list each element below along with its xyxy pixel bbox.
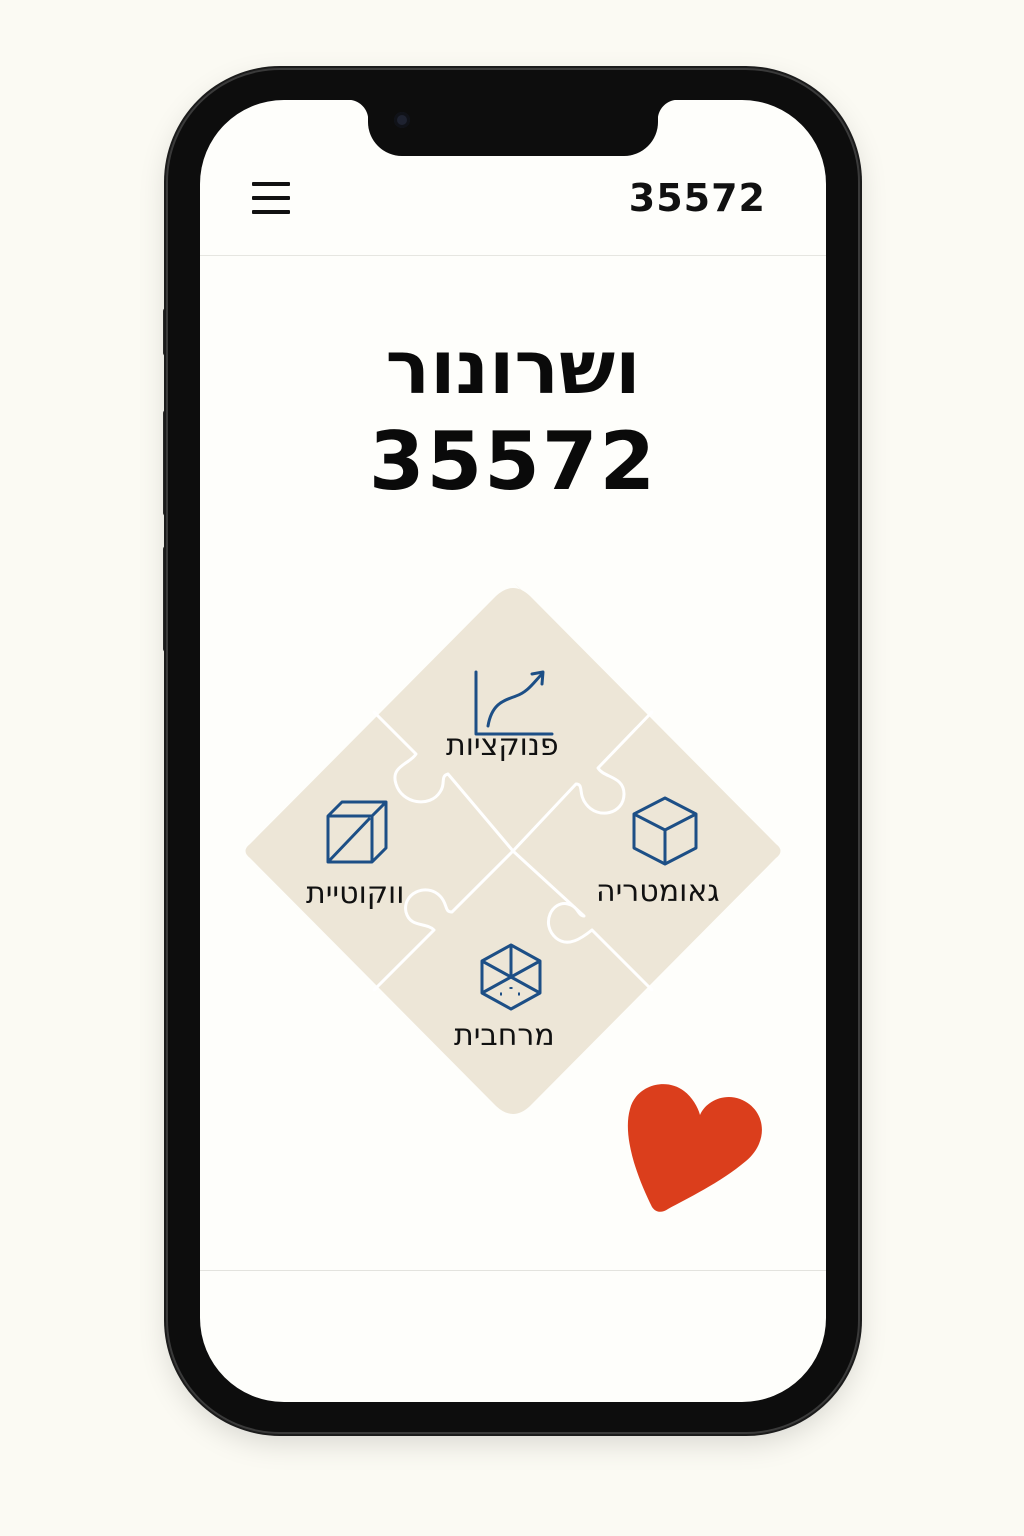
piece-label-geometry[interactable]: גאומטריה bbox=[596, 874, 720, 909]
title-number: 35572 bbox=[368, 415, 658, 508]
app-header: 35572 bbox=[200, 160, 826, 256]
hamburger-menu-icon[interactable] bbox=[250, 178, 292, 218]
camera-icon bbox=[394, 112, 410, 128]
page-title: ושרונור 35572 bbox=[200, 322, 826, 510]
header-number: 35572 bbox=[628, 176, 766, 220]
notch bbox=[348, 100, 678, 156]
cube-icon bbox=[632, 796, 698, 866]
piece-label-functions[interactable]: פנוקציות bbox=[446, 728, 559, 763]
piece-label-vectors[interactable]: ווקוטיית bbox=[306, 876, 404, 911]
heart-icon[interactable] bbox=[624, 1075, 768, 1215]
piece-label-spatial[interactable]: מרחבית bbox=[454, 1018, 555, 1053]
puzzle-diamond: פנוקציות גאומטריה ווקוטיית מרחבית bbox=[240, 578, 786, 1124]
cube-diagonal-icon bbox=[326, 800, 388, 864]
title-word: ושרונור bbox=[385, 325, 641, 411]
hexagon-cube-icon bbox=[480, 943, 542, 1011]
phone-screen: 35572 ושרונור 35572 פנוקציות גאומטריה וו… bbox=[200, 100, 826, 1402]
stage: 35572 ושרונור 35572 פנוקציות גאומטריה וו… bbox=[0, 0, 1024, 1536]
footer-divider bbox=[200, 1270, 826, 1271]
